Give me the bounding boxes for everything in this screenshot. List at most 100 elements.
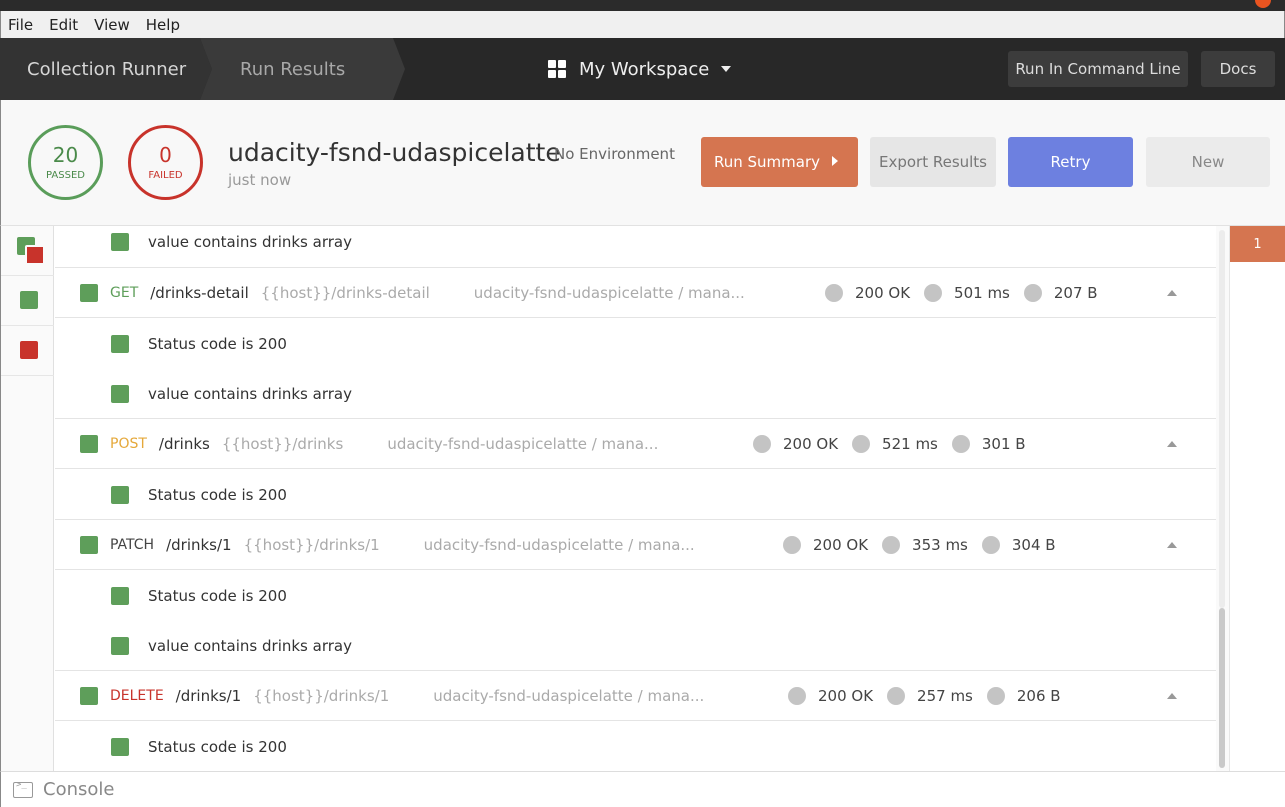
status-code: 200 OK xyxy=(783,434,839,453)
response-size: 207 B xyxy=(1053,283,1098,302)
collapse-caret-icon[interactable] xyxy=(1167,542,1177,548)
collapse-caret-icon[interactable] xyxy=(1167,290,1177,296)
test-name: Status code is 200 xyxy=(148,485,287,504)
workspace-selector[interactable]: My Workspace xyxy=(548,38,732,100)
console-bar[interactable]: Console xyxy=(0,771,1285,807)
test-name: value contains drinks array xyxy=(148,384,352,403)
pass-square-icon xyxy=(111,485,129,504)
collapse-caret-icon[interactable] xyxy=(1167,441,1177,447)
filter-all[interactable] xyxy=(1,226,54,276)
method-label: DELETE xyxy=(110,687,164,704)
status-dot-icon xyxy=(825,283,843,302)
environment-label: No Environment xyxy=(554,145,675,163)
request-row-get[interactable]: GET /drinks-detail {{host}}/drinks-detai… xyxy=(55,267,1216,318)
response-size: 206 B xyxy=(1016,686,1061,705)
pass-square-icon xyxy=(111,636,129,655)
status-dot-icon xyxy=(788,686,806,705)
retry-button[interactable]: Retry xyxy=(1008,137,1133,187)
request-row-patch[interactable]: PATCH /drinks/1 {{host}}/drinks/1 udacit… xyxy=(55,519,1216,570)
pass-square-icon xyxy=(111,586,129,605)
request-collection-path: udacity-fsnd-udaspicelatte / mana... xyxy=(387,434,659,453)
status-dot-icon xyxy=(753,434,771,453)
run-summary-bar: 20 PASSED 0 FAILED udacity-fsnd-udaspice… xyxy=(0,100,1285,226)
failed-label: FAILED xyxy=(148,170,183,181)
scroll-track xyxy=(1219,230,1225,608)
time-dot-icon xyxy=(887,686,906,705)
request-metrics: 200 OK 521 ms 301 B xyxy=(753,434,1040,453)
request-row-delete[interactable]: DELETE /drinks/1 {{host}}/drinks/1 udaci… xyxy=(55,670,1216,721)
breadcrumb-collection-runner[interactable]: Collection Runner xyxy=(0,38,212,100)
menu-file[interactable]: File xyxy=(1,16,41,34)
request-collection-path: udacity-fsnd-udaspicelatte / mana... xyxy=(433,686,705,705)
test-row: value contains drinks array xyxy=(55,620,1216,671)
pass-square-icon xyxy=(111,334,129,353)
run-summary-button[interactable]: Run Summary xyxy=(701,137,858,187)
new-button[interactable]: New xyxy=(1146,137,1270,187)
request-metrics: 200 OK 353 ms 304 B xyxy=(783,535,1070,554)
run-in-command-line-button[interactable]: Run In Command Line xyxy=(1008,51,1188,87)
pass-square-icon xyxy=(80,686,98,705)
test-name: value contains drinks array xyxy=(148,636,352,655)
request-metrics: 200 OK 257 ms 206 B xyxy=(788,686,1075,705)
console-icon xyxy=(13,780,33,798)
test-name: Status code is 200 xyxy=(148,586,287,605)
docs-button[interactable]: Docs xyxy=(1201,51,1275,87)
filter-passed[interactable] xyxy=(1,276,54,326)
results-scrollbar[interactable] xyxy=(1216,226,1230,771)
response-time: 501 ms xyxy=(954,283,1010,302)
request-url: {{host}}/drinks-detail xyxy=(260,283,430,302)
request-path: /drinks/1 xyxy=(166,535,232,554)
pass-square-icon xyxy=(111,232,129,251)
time-dot-icon xyxy=(852,434,871,453)
passed-label: PASSED xyxy=(46,170,85,181)
test-name: Status code is 200 xyxy=(148,737,287,756)
passed-count: 20 xyxy=(52,143,79,167)
time-dot-icon xyxy=(924,283,943,302)
response-time: 521 ms xyxy=(882,434,938,453)
request-path: /drinks xyxy=(158,434,210,453)
window-close-dot[interactable] xyxy=(1255,0,1271,8)
results-list: value contains drinks array GET /drinks-… xyxy=(55,226,1216,771)
filter-failed[interactable] xyxy=(1,326,54,376)
menu-edit[interactable]: Edit xyxy=(41,16,86,34)
test-name: Status code is 200 xyxy=(148,334,287,353)
request-url: {{host}}/drinks xyxy=(221,434,344,453)
chevron-down-icon xyxy=(721,66,732,72)
export-results-button[interactable]: Export Results xyxy=(870,137,996,187)
test-row: Status code is 200 xyxy=(55,469,1216,520)
play-arrow-icon xyxy=(832,156,838,166)
collapse-caret-icon[interactable] xyxy=(1167,693,1177,699)
run-summary-label: Run Summary xyxy=(714,153,821,171)
passed-counter: 20 PASSED xyxy=(28,125,103,200)
method-label: GET xyxy=(110,284,139,301)
size-dot-icon xyxy=(1023,283,1042,302)
menubar: File Edit View Help xyxy=(0,11,1285,38)
iteration-badge[interactable]: 1 xyxy=(1230,226,1285,262)
collection-title: udacity-fsnd-udaspicelatte xyxy=(228,138,561,167)
pass-square-icon xyxy=(111,384,129,403)
menu-help[interactable]: Help xyxy=(138,16,188,34)
response-time: 353 ms xyxy=(912,535,968,554)
breadcrumb-run-results[interactable]: Run Results xyxy=(200,38,405,100)
response-size: 304 B xyxy=(1011,535,1056,554)
menu-view[interactable]: View xyxy=(86,16,138,34)
iteration-column: 1 xyxy=(1230,226,1285,771)
request-row-post[interactable]: POST /drinks {{host}}/drinks udacity-fsn… xyxy=(55,418,1216,469)
pass-square-icon xyxy=(111,737,129,756)
scroll-thumb[interactable] xyxy=(1219,608,1225,768)
status-code: 200 OK xyxy=(818,686,874,705)
request-collection-path: udacity-fsnd-udaspicelatte / mana... xyxy=(473,283,745,302)
test-row: Status code is 200 xyxy=(55,570,1216,621)
fail-square-icon xyxy=(25,245,45,265)
status-code: 200 OK xyxy=(855,283,911,302)
pass-square-icon xyxy=(20,291,38,309)
pass-square-icon xyxy=(80,535,98,554)
app-header: Collection Runner Run Results My Workspa… xyxy=(0,38,1285,100)
test-row: Status code is 200 xyxy=(55,721,1216,771)
test-row: value contains drinks array xyxy=(55,226,1216,267)
method-label: PATCH xyxy=(110,536,155,553)
pass-square-icon xyxy=(80,283,98,302)
workspace-grid-icon xyxy=(548,60,566,78)
status-dot-icon xyxy=(783,535,801,554)
failed-counter: 0 FAILED xyxy=(128,125,203,200)
